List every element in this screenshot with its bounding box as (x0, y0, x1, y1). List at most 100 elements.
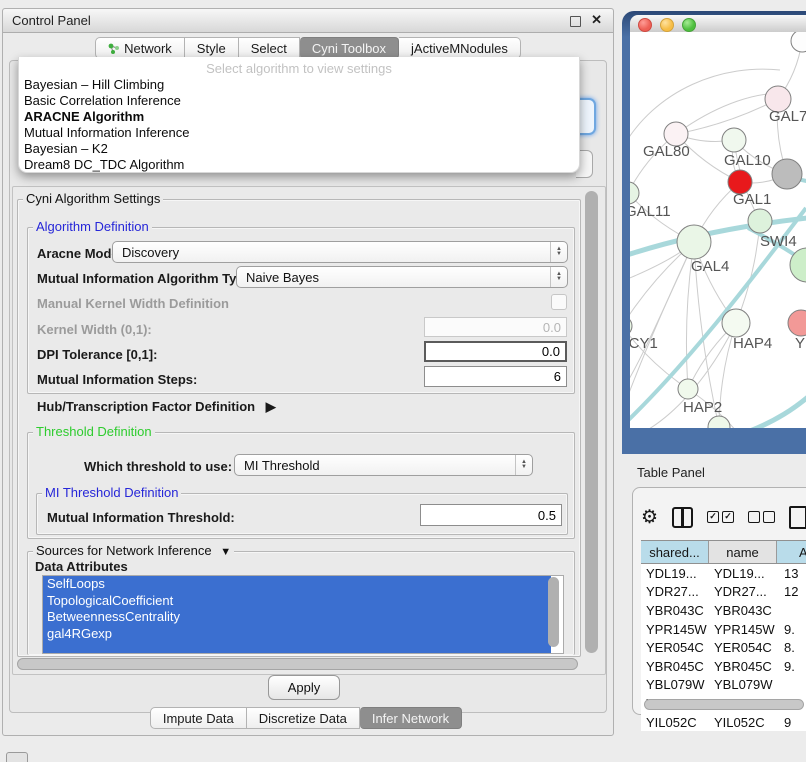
sources-group-toggle[interactable]: Sources for Network Inference ▼ (33, 544, 234, 559)
network-edge (676, 94, 780, 134)
network-canvas[interactable]: GAL7GAL80GAL10GAL1GAL11GAL4SWI4GCY1HAP4Y… (630, 32, 806, 428)
kernel-width-field[interactable]: 0.0 (424, 317, 567, 337)
settings-horizontal-scrollbar[interactable] (17, 658, 578, 670)
network-node-gal11[interactable] (630, 182, 639, 204)
table-row[interactable]: YBL079WYBL079W (641, 676, 806, 695)
network-node-gal10[interactable] (722, 128, 746, 152)
table-cell: YPR145W (709, 622, 777, 637)
table-horizontal-scrollbar[interactable] (644, 699, 804, 710)
select-all-checkboxes-icon[interactable]: ✓✓ (707, 511, 734, 523)
network-node[interactable] (772, 159, 802, 189)
float-window-icon[interactable] (570, 16, 581, 27)
aracne-mode-combo[interactable]: Discovery ▲▼ (112, 241, 568, 263)
network-view-titlebar[interactable] (630, 15, 806, 32)
network-node-hap2[interactable] (678, 379, 698, 399)
attribute-item[interactable]: TopologicalCoefficient (43, 593, 551, 610)
zoom-traffic-light-icon[interactable] (682, 18, 696, 32)
deselect-all-checkboxes-icon[interactable] (748, 511, 775, 523)
network-node[interactable] (708, 416, 730, 428)
table-cell: YBL079W (641, 677, 709, 692)
column-header[interactable]: A (777, 541, 806, 563)
apply-button[interactable]: Apply (268, 675, 340, 700)
tab-discretize-data[interactable]: Discretize Data (247, 707, 360, 729)
algorithm-definition-title: Algorithm Definition (33, 220, 152, 233)
close-window-icon[interactable]: ✕ (591, 12, 602, 28)
tab-cyni-toolbox[interactable]: Cyni Toolbox (300, 37, 399, 59)
document-icon[interactable] (789, 506, 806, 529)
table-row[interactable]: YDL19...YDL19...13 (641, 564, 806, 583)
mi-steps-field[interactable]: 6 (424, 366, 567, 387)
close-traffic-light-icon[interactable] (638, 18, 652, 32)
table-cell: 12 (777, 584, 806, 599)
network-node-y[interactable] (788, 310, 806, 336)
table-row[interactable]: YPR145WYPR145W9. (641, 620, 806, 639)
algorithm-dropdown-prompt: Select algorithm to view settings (19, 61, 579, 76)
network-node[interactable] (791, 32, 806, 52)
table-cell: YIL052C (709, 715, 777, 730)
data-attributes-list[interactable]: SelfLoopsTopologicalCoefficientBetweenne… (42, 575, 564, 654)
attribute-item[interactable]: gal4RGexp (43, 626, 551, 643)
attribute-item[interactable]: BetweennessCentrality (43, 609, 551, 626)
node-label: HAP2 (683, 399, 722, 416)
mi-algorithm-type-combo[interactable]: Naive Bayes ▲▼ (236, 266, 568, 288)
mi-threshold-field[interactable]: 0.5 (420, 504, 562, 526)
tab-label: Impute Data (163, 711, 234, 726)
top-tab-bar: NetworkStyleSelectCyni Toolbox jActiveMNo… (95, 37, 521, 59)
hub-definition-label: Hub/Transcription Factor Definition (37, 399, 255, 414)
column-layout-icon[interactable] (672, 507, 693, 528)
table-row[interactable]: YDR27...YDR27...12 (641, 583, 806, 602)
table-row[interactable]: YBR045CYBR045C9. (641, 657, 806, 676)
node-label: HAP4 (733, 335, 772, 352)
tab-select[interactable]: Select (239, 37, 300, 59)
gear-icon[interactable]: ⚙ (641, 508, 658, 527)
algorithm-option[interactable]: ARACNE Algorithm (21, 109, 577, 125)
control-panel-titlebar[interactable]: Control Panel ✕ (3, 9, 613, 33)
table-cell: YBL079W (709, 677, 777, 692)
table-cell: YDL19... (709, 566, 777, 581)
column-header[interactable]: shared... (641, 541, 709, 563)
algorithm-option[interactable]: Basic Correlation Inference (21, 93, 577, 109)
column-header[interactable]: name (709, 541, 777, 563)
tab-label: Infer Network (372, 711, 449, 726)
table-cell: 9 (777, 715, 806, 730)
network-edge (630, 242, 694, 394)
attribute-item-partial[interactable] (43, 642, 551, 654)
attribute-list-scrollbar[interactable] (548, 577, 559, 647)
algorithm-option[interactable]: Dream8 DC_TDC Algorithm (21, 157, 577, 173)
tab-infer-network[interactable]: Infer Network (360, 707, 462, 729)
partial-panel-button[interactable] (6, 752, 28, 762)
hub-definition-toggle[interactable]: Hub/Transcription Factor Definition ▶ (37, 399, 276, 415)
tab-jactivemnodules[interactable]: jActiveMNodules (399, 37, 521, 59)
which-threshold-value: MI Threshold (235, 458, 515, 473)
network-node-gal4[interactable] (677, 225, 711, 259)
settings-vertical-scrollbar[interactable] (585, 191, 598, 653)
table-row[interactable]: YBR043CYBR043C (641, 601, 806, 620)
algorithm-option[interactable]: Bayesian – Hill Climbing (21, 77, 577, 93)
algorithm-option[interactable]: Bayesian – K2 (21, 141, 577, 157)
table-row[interactable]: YIL052CYIL052C9 (641, 713, 806, 732)
data-attributes-label: Data Attributes (35, 559, 128, 574)
network-node-swi4[interactable] (748, 209, 772, 233)
attribute-item[interactable]: SelfLoops (43, 576, 551, 593)
tab-style[interactable]: Style (185, 37, 239, 59)
table-cell: YDR27... (709, 584, 777, 599)
aracne-mode-value: Discovery (113, 245, 550, 260)
tab-impute-data[interactable]: Impute Data (150, 707, 247, 729)
table-row[interactable]: YER054CYER054C8. (641, 638, 806, 657)
node-label: GCY1 (630, 335, 658, 352)
table-cell: YPR145W (641, 622, 709, 637)
network-node-hap4[interactable] (722, 309, 750, 337)
tab-network[interactable]: Network (95, 37, 185, 59)
minimize-traffic-light-icon[interactable] (660, 18, 674, 32)
algorithm-option[interactable]: Mutual Information Inference (21, 125, 577, 141)
tab-label: jActiveMNodules (411, 41, 508, 56)
dpi-tolerance-field[interactable]: 0.0 (424, 341, 567, 362)
node-label: GAL4 (691, 258, 729, 275)
which-threshold-combo[interactable]: MI Threshold ▲▼ (234, 454, 533, 476)
bottom-tab-bar: Impute Data Discretize Data Infer Network (150, 707, 462, 729)
table-cell: YDL19... (641, 566, 709, 581)
table-cell: YER054C (709, 640, 777, 655)
table-cell: YBR045C (709, 659, 777, 674)
network-node-gcy1[interactable] (630, 316, 632, 336)
manual-kernel-width-checkbox[interactable] (551, 294, 567, 310)
